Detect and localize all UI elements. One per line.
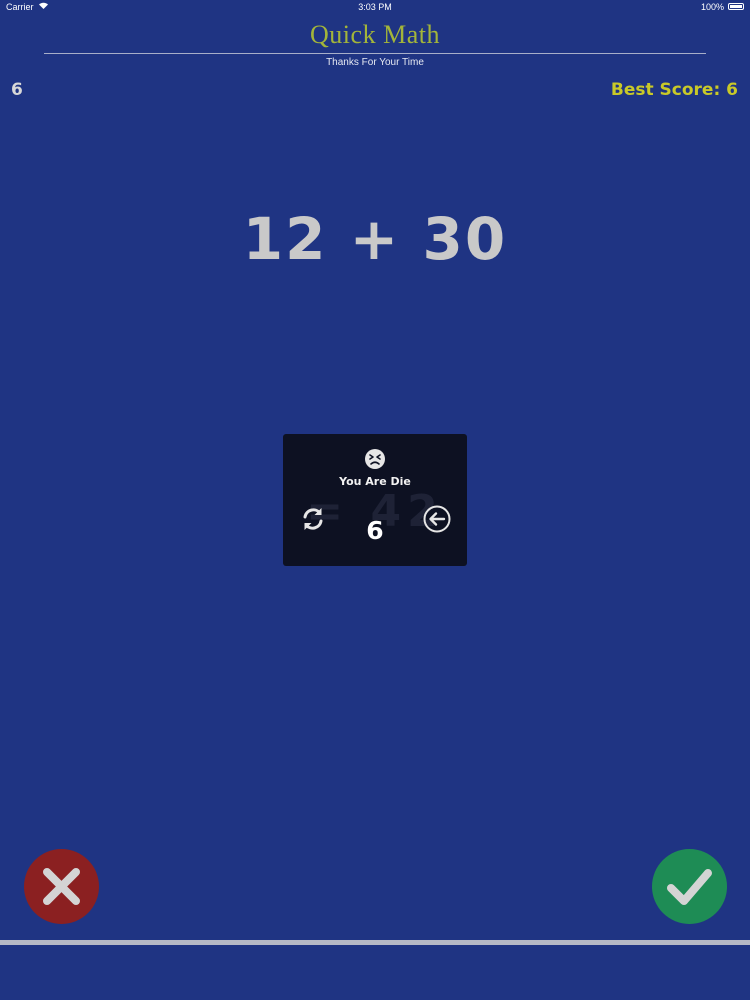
game-over-message: You Are Die [339,475,411,488]
bottom-divider [0,940,750,945]
math-question: 12 + 30 [242,205,508,273]
current-score: 6 [11,80,23,100]
best-score: Best Score: 6 [610,80,738,100]
wrong-answer-button[interactable] [24,849,99,924]
checkmark-icon [667,869,712,905]
title-divider [44,53,706,54]
sad-face-icon [364,448,386,470]
battery-percent: 100% [700,2,724,12]
app-title: Quick Math [310,20,440,49]
battery-icon [728,3,744,10]
x-icon [43,868,80,905]
game-screen: Carrier 3:03 PM 100% Quick Math Thanks F… [0,0,750,1000]
game-over-dialog: = 42 You Are Die 6 [283,434,467,566]
status-time: 3:03 PM [358,2,392,12]
status-bar: Carrier 3:03 PM 100% [0,0,750,14]
app-subtitle: Thanks For Your Time [326,57,424,68]
correct-answer-button[interactable] [652,849,727,924]
back-arrow-icon[interactable] [422,504,452,534]
